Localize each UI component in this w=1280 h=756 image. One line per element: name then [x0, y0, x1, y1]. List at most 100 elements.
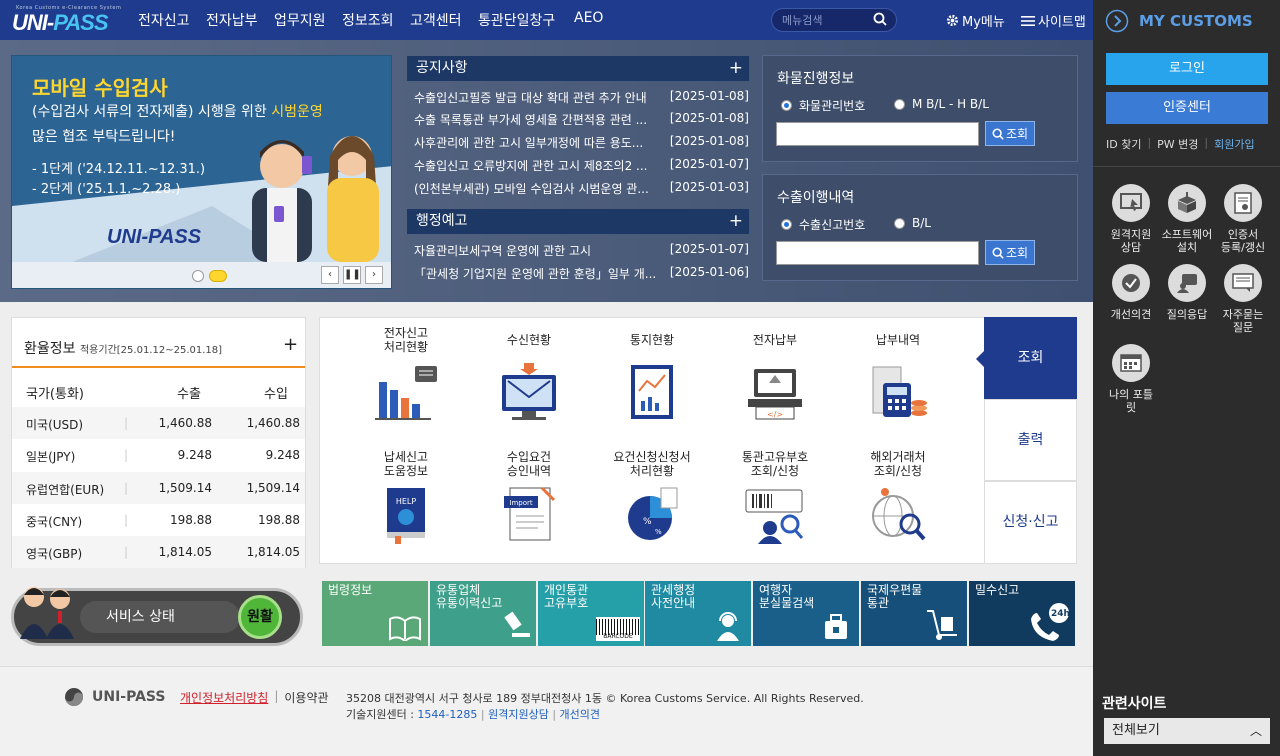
quick-certificate[interactable]: 인증서 등록/갱신: [1215, 184, 1271, 254]
export-search-button[interactable]: 조회: [985, 240, 1035, 265]
banner-line1-text: (수입검사 서류의 전자제출) 시행을 위한: [32, 104, 272, 120]
prev-slide-icon[interactable]: ‹: [321, 266, 339, 284]
taegeuk-icon: [65, 688, 83, 706]
currency-name: 중국(CNY): [26, 515, 83, 529]
tile-distributor[interactable]: 유통업체 유통이력신고: [430, 581, 536, 646]
next-slide-icon[interactable]: ›: [365, 266, 383, 284]
notice-item[interactable]: 사후관리에 관한 고시 일부개정에 따른 용도... [2025-01-08]: [414, 134, 749, 150]
export-rate: 9.248: [177, 448, 212, 462]
admin-notice-item[interactable]: 「관세청 기업지원 운영에 관한 훈령」일부 개... [2025-01-06]: [414, 265, 749, 281]
notice-item[interactable]: 수출 목록통관 부가세 영세율 간편적용 관련 ... [2025-01-08]: [414, 111, 749, 127]
tab-inquiry[interactable]: 조회: [984, 317, 1077, 399]
cargo-number-input[interactable]: [776, 122, 979, 146]
nav-info-inquiry[interactable]: 정보조회: [342, 10, 394, 30]
currency-name: 일본(JPY): [26, 450, 76, 464]
quick-faq[interactable]: 자주묻는 질문: [1215, 264, 1271, 334]
cargo-option-1[interactable]: 화물관리번호: [781, 97, 865, 114]
service-requirement-status[interactable]: 요건신청신청서 처리현황 %%: [602, 450, 702, 546]
uni-pass-logo[interactable]: UNI-PASS: [12, 10, 109, 36]
tile-smuggling-report[interactable]: 밀수신고 24h: [969, 581, 1075, 646]
notice-item[interactable]: (인천본부세관) 모바일 수입검사 시범운영 관... [2025-01-03]: [414, 180, 749, 196]
quick-portlet[interactable]: 나의 포틀 릿: [1103, 344, 1159, 414]
quick-qna[interactable]: 질의응답: [1159, 264, 1215, 321]
help-book-icon: HELP: [387, 488, 425, 544]
service-customs-code[interactable]: 통관고유부호 조회/신청: [725, 450, 825, 546]
find-id-link[interactable]: ID 찾기: [1106, 136, 1141, 152]
nav-customer-center[interactable]: 고객센터: [410, 10, 462, 30]
my-customs-header[interactable]: MY CUSTOMS: [1105, 9, 1253, 33]
notice-more-icon[interactable]: +: [729, 56, 743, 81]
cargo-search-button[interactable]: 조회: [985, 121, 1035, 146]
tile-law-info[interactable]: 법령정보: [322, 581, 428, 646]
service-import-approval[interactable]: 수입요건 승인내역 Import: [479, 450, 579, 546]
export-search-label: 조회: [1005, 246, 1029, 260]
notice-title: 공지사항: [416, 60, 468, 76]
slide-dot-1[interactable]: [192, 270, 204, 282]
col-export: 수출: [177, 387, 201, 402]
admin-notice-item[interactable]: 자율관리보세구역 운영에 관한 고시 [2025-01-07]: [414, 242, 749, 258]
pause-icon[interactable]: ❚❚: [343, 266, 361, 284]
service-tax-help[interactable]: 납세신고 도움정보 HELP: [356, 450, 456, 546]
tile-customs-guide[interactable]: 관세행정 사전안내: [645, 581, 751, 646]
tile-personal-code[interactable]: 개인통관 고유부호 BARCODE: [538, 581, 644, 646]
search-icon[interactable]: [873, 12, 887, 26]
service-notice-status[interactable]: 통지현황: [602, 333, 702, 423]
open-book-icon: [389, 616, 421, 641]
support-phone[interactable]: 1544-1285: [417, 708, 477, 721]
join-link[interactable]: 회원가입: [1214, 136, 1254, 152]
quick-label: 인증서 등록/갱신: [1220, 228, 1266, 254]
export-option-2[interactable]: B/L: [894, 216, 931, 230]
quick-remote-support[interactable]: 원격지원 상담: [1103, 184, 1159, 254]
exchange-row: 유럽연합(EUR) | 1,509.14 1,509.14: [12, 472, 305, 504]
export-number-input[interactable]: [776, 241, 979, 265]
cert-center-button[interactable]: 인증센터: [1106, 92, 1268, 124]
tile-lost-items[interactable]: 여행자 분실물검색: [753, 581, 859, 646]
nav-e-declare[interactable]: 전자신고: [138, 10, 190, 30]
radio-selected-icon: [781, 100, 792, 111]
privacy-policy-link[interactable]: 개인정보처리방침: [180, 689, 268, 706]
service-grid: 전자신고 처리현황 수신현황 통지현황 전자납부 </> 납부내역 납세신고 도움정…: [319, 317, 985, 564]
service-e-payment[interactable]: 전자납부 </>: [725, 333, 825, 423]
nav-single-window[interactable]: 통관단일창구: [478, 10, 555, 30]
cargo-title: 화물진행정보: [777, 71, 855, 87]
service-overseas-partner[interactable]: 해외거래처 조회/신청: [848, 450, 948, 546]
terms-link[interactable]: 이용약관: [284, 689, 328, 706]
logo-part-b: PASS: [53, 10, 108, 35]
service-receipt-status[interactable]: 수신현황: [479, 333, 579, 423]
notice-item[interactable]: 수출입신고 오류방지에 관한 고시 제8조의2 ... [2025-01-07]: [414, 157, 749, 173]
my-menu-link[interactable]: My메뉴: [946, 11, 1005, 30]
svg-text:Import: Import: [509, 499, 532, 507]
menu-search-input[interactable]: [782, 12, 868, 28]
related-sites-select[interactable]: 전체보기 ︿: [1104, 718, 1270, 744]
remote-support-icon: [1112, 184, 1150, 222]
quick-software-install[interactable]: 소프트웨어 설치: [1159, 184, 1215, 254]
nav-work-support[interactable]: 업무지원: [274, 10, 326, 30]
promo-banner[interactable]: UNI-PASS 모바일 수입검사 (수입검사 서류의 전자제출) 시행을 위한…: [11, 55, 392, 289]
sitemap-link[interactable]: 사이트맵: [1021, 11, 1086, 30]
service-declaration-status[interactable]: 전자신고 처리현황: [356, 326, 456, 422]
exchange-header-row: 국가(통화) 수출 수입: [12, 374, 305, 406]
export-option-1[interactable]: 수출신고번호: [781, 216, 865, 233]
slide-dot-2[interactable]: [209, 270, 227, 282]
improvement-link[interactable]: 개선의견: [560, 708, 600, 721]
tile-intl-mail[interactable]: 국제우편물 통관: [861, 581, 967, 646]
tab-print[interactable]: 출력: [984, 399, 1077, 481]
service-label-1: 요건신청신청서: [613, 450, 691, 464]
admin-notice-more-icon[interactable]: +: [729, 209, 743, 234]
report-chart-icon: [631, 365, 673, 419]
service-payment-history[interactable]: 납부내역: [848, 333, 948, 423]
nav-e-payment[interactable]: 전자납부: [206, 10, 258, 30]
cargo-option-2[interactable]: M B/L - H B/L: [894, 97, 989, 111]
change-pw-link[interactable]: PW 변경: [1157, 136, 1198, 152]
nav-aeo[interactable]: AEO: [574, 10, 603, 26]
login-button[interactable]: 로그인: [1106, 53, 1268, 85]
tile-label-2: 유통이력신고: [436, 596, 503, 610]
portlet-icon: [1112, 344, 1150, 382]
footer-address: 35208 대전광역시 서구 청사로 189 정부대전청사 1동 © Korea…: [346, 692, 864, 705]
import-document-icon: Import: [504, 486, 556, 541]
tab-application[interactable]: 신청·신고: [984, 481, 1077, 564]
notice-item[interactable]: 수출입신고필증 발급 대상 확대 관련 추가 안내 [2025-01-08]: [414, 89, 749, 105]
exchange-more-icon[interactable]: +: [283, 334, 298, 355]
quick-feedback[interactable]: 개선의견: [1103, 264, 1159, 321]
remote-support-link[interactable]: 원격지원상담: [488, 708, 549, 721]
